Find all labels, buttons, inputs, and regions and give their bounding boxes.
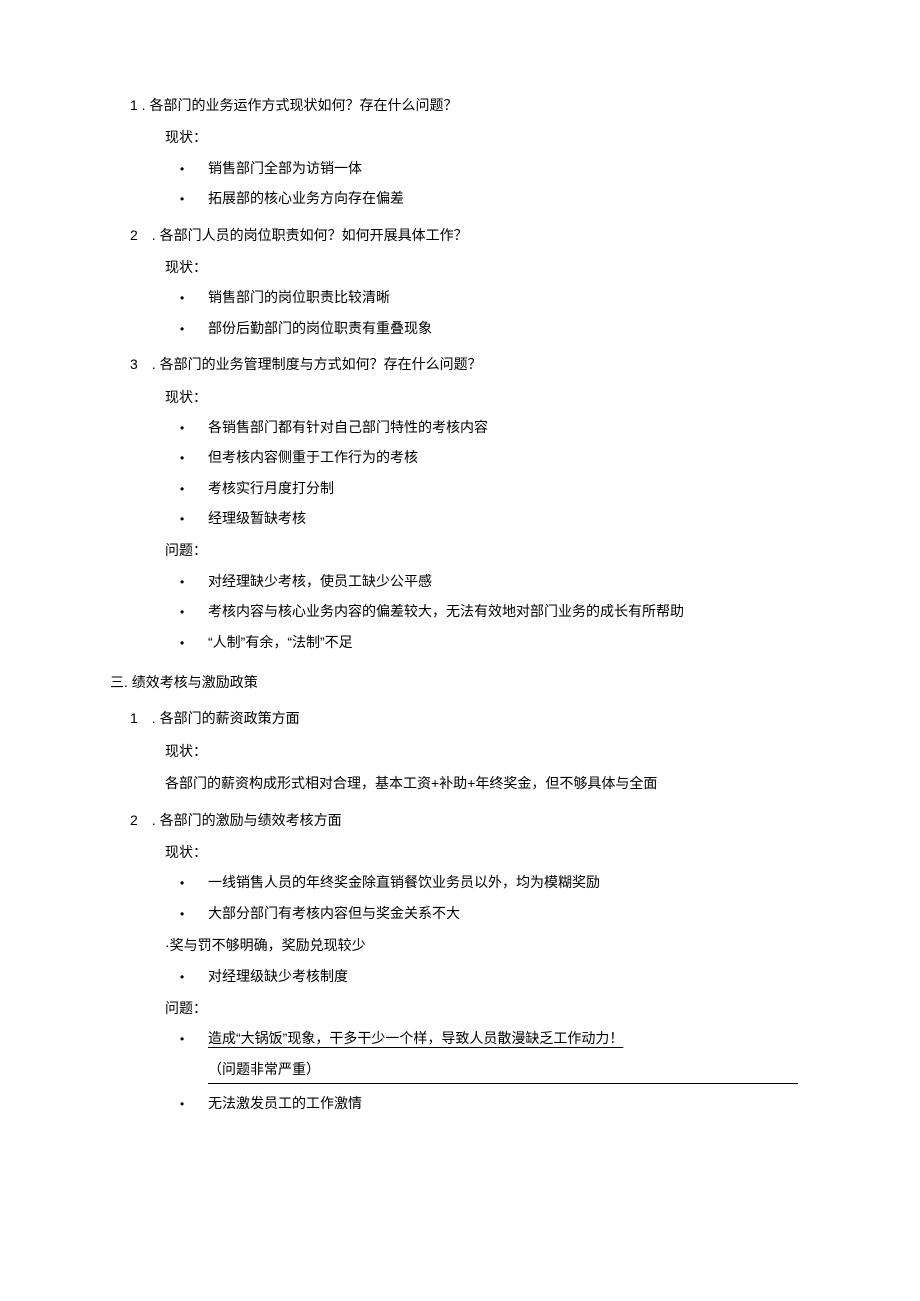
s3-1-title: 1 . 各部门的薪资政策方面 — [130, 707, 810, 729]
bullet-icon: • — [180, 965, 208, 987]
q3-title: 3 . 各部门的业务管理制度与方式如何？存在什么问题？ — [130, 353, 810, 375]
bullet-icon: • — [180, 446, 208, 468]
bullet-icon: • — [180, 187, 208, 209]
bullet-text: 部份后勤部门的岗位职责有重叠现象 — [208, 317, 810, 339]
bullet-text: 对经理缺少考核，使员工缺少公平感 — [208, 570, 810, 592]
s3-2-title: 2 . 各部门的激励与绩效考核方面 — [130, 809, 810, 831]
q2-title: 2 . 各部门人员的岗位职责如何？如何开展具体工作？ — [130, 224, 810, 246]
bullet-icon: • — [180, 871, 208, 893]
bullet-icon: • — [180, 1092, 208, 1114]
s3-1-status-text: 各部门的薪资构成形式相对合理，基本工资+补助+年终奖金，但不够具体与全面 — [165, 772, 810, 794]
list-item: • 无法激发员工的工作激情 — [180, 1092, 810, 1114]
s3-2-problem-underline: 造成“大锅饭”现象，干多干少一个样，导致人员散漫缺乏工作动力！ — [208, 1027, 810, 1049]
bullet-text: 销售部门全部为访销一体 — [208, 157, 810, 179]
list-item: • 对经理级缺少考核制度 — [180, 965, 810, 987]
s3-1-status-label: 现状： — [165, 740, 810, 762]
list-item: • 销售部门的岗位职责比较清晰 — [180, 286, 810, 308]
bullet-icon: • — [180, 902, 208, 924]
list-item: • 但考核内容侧重于工作行为的考核 — [180, 446, 810, 468]
bullet-icon: • — [180, 317, 208, 339]
bullet-text: 考核实行月度打分制 — [208, 477, 810, 499]
list-item: • 考核实行月度打分制 — [180, 477, 810, 499]
q1-status-label: 现状： — [165, 126, 810, 148]
list-item: • 考核内容与核心业务内容的偏差较大，无法有效地对部门业务的成长有所帮助 — [180, 600, 810, 622]
s3-2-dot-line: ·奖与罚不够明确，奖励兑现较少 — [165, 934, 810, 956]
bullet-text: 各销售部门都有针对自己部门特性的考核内容 — [208, 416, 810, 438]
list-item: • 大部分部门有考核内容但与奖金关系不大 — [180, 902, 810, 924]
list-item: • 销售部门全部为访销一体 — [180, 157, 810, 179]
bullet-text: 拓展部的核心业务方向存在偏差 — [208, 187, 810, 209]
q3-problem-label: 问题： — [165, 539, 810, 561]
bullet-icon: • — [180, 570, 208, 592]
s3-2-status-label: 现状： — [165, 841, 810, 863]
s3-2-problem-label: 问题： — [165, 997, 810, 1019]
bullet-text: “人制”有余，“法制”不足 — [208, 631, 810, 653]
q2-status-label: 现状： — [165, 256, 810, 278]
q3-status-label: 现状： — [165, 386, 810, 408]
bullet-text: 无法激发员工的工作激情 — [208, 1092, 810, 1114]
s3-2-problem-note: （问题非常严重） — [208, 1058, 798, 1084]
list-item: • “人制”有余，“法制”不足 — [180, 631, 810, 653]
bullet-text: 经理级暂缺考核 — [208, 507, 810, 529]
bullet-text: 一线销售人员的年终奖金除直销餐饮业务员以外，均为模糊奖励 — [208, 871, 810, 893]
q1-title: 1 . 各部门的业务运作方式现状如何？存在什么问题？ — [130, 94, 810, 116]
bullet-text: 但考核内容侧重于工作行为的考核 — [208, 446, 810, 468]
s3-2-problem-note-row: （问题非常严重） — [208, 1058, 810, 1084]
list-item: • 部份后勤部门的岗位职责有重叠现象 — [180, 317, 810, 339]
list-item: • 一线销售人员的年终奖金除直销餐饮业务员以外，均为模糊奖励 — [180, 871, 810, 893]
bullet-icon: • — [180, 477, 208, 499]
list-item: • 拓展部的核心业务方向存在偏差 — [180, 187, 810, 209]
bullet-text: 销售部门的岗位职责比较清晰 — [208, 286, 810, 308]
section-3-heading: 三. 绩效考核与激励政策 — [110, 671, 810, 693]
list-item: • 对经理缺少考核，使员工缺少公平感 — [180, 570, 810, 592]
bullet-text: 考核内容与核心业务内容的偏差较大，无法有效地对部门业务的成长有所帮助 — [208, 600, 810, 622]
bullet-icon: • — [180, 1027, 208, 1049]
bullet-icon: • — [180, 631, 208, 653]
list-item: • 各销售部门都有针对自己部门特性的考核内容 — [180, 416, 810, 438]
bullet-text: 对经理级缺少考核制度 — [208, 965, 810, 987]
bullet-icon: • — [180, 416, 208, 438]
bullet-icon: • — [180, 157, 208, 179]
list-item: • 造成“大锅饭”现象，干多干少一个样，导致人员散漫缺乏工作动力！ — [180, 1027, 810, 1049]
list-item: • 经理级暂缺考核 — [180, 507, 810, 529]
bullet-text: 大部分部门有考核内容但与奖金关系不大 — [208, 902, 810, 924]
bullet-icon: • — [180, 507, 208, 529]
bullet-icon: • — [180, 600, 208, 622]
bullet-icon: • — [180, 286, 208, 308]
